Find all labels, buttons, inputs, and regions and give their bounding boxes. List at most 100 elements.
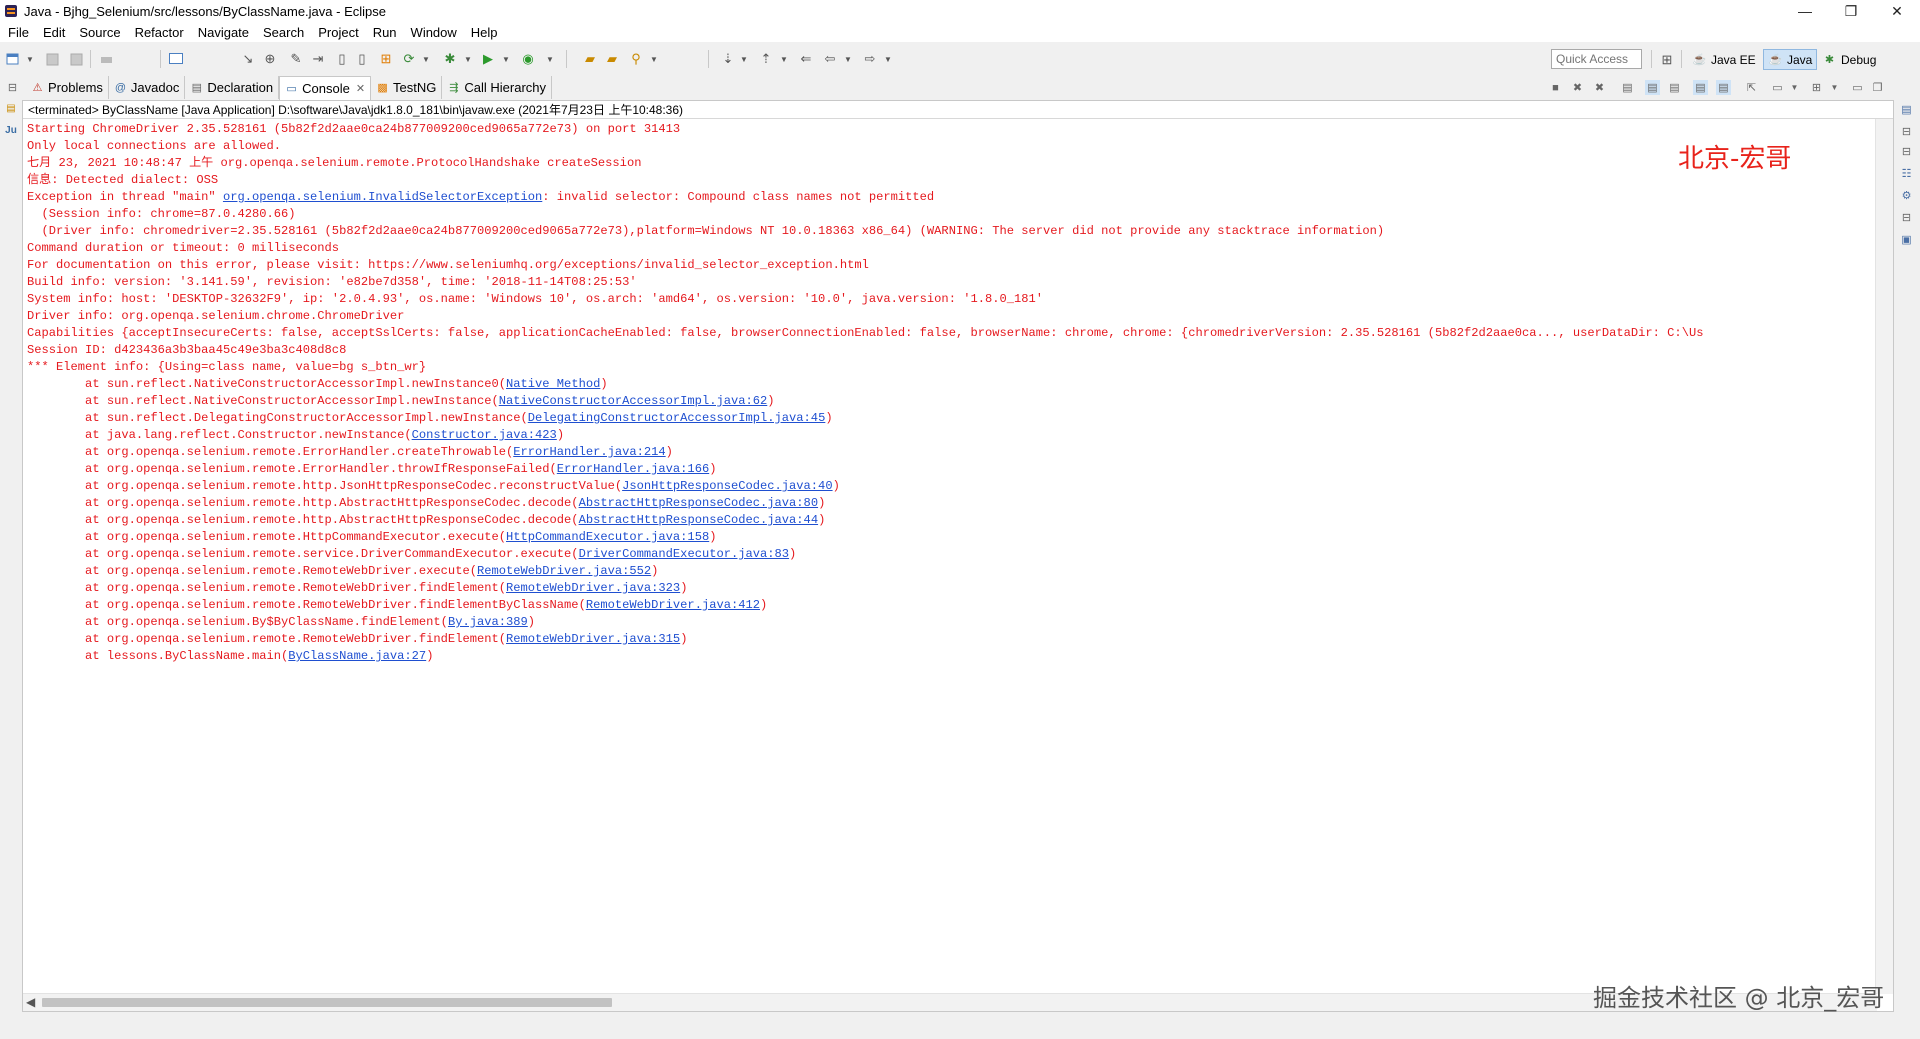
menu-edit[interactable]: Edit (35, 25, 71, 40)
scroll-lock-icon[interactable]: ▤ (1645, 80, 1660, 95)
menu-help[interactable]: Help (463, 25, 504, 40)
dropdown-arrow-icon[interactable]: ▼ (542, 51, 558, 67)
tab-testng[interactable]: ▩ TestNG (371, 76, 443, 99)
menu-search[interactable]: Search (255, 25, 310, 40)
stacktrace-link[interactable]: Native Method (506, 377, 600, 391)
tab-call-hierarchy[interactable]: ⇶ Call Hierarchy (442, 76, 553, 99)
dropdown-arrow-icon[interactable]: ▼ (1827, 80, 1842, 95)
junit-icon[interactable]: Ju (3, 122, 19, 138)
hierarchy-icon[interactable]: ⚙ (1899, 188, 1914, 203)
dropdown-arrow-icon[interactable]: ▼ (736, 51, 752, 67)
open-console-icon[interactable]: ⊞ (1809, 80, 1824, 95)
stacktrace-link[interactable]: DelegatingConstructorAccessorImpl.java:4… (528, 411, 826, 425)
edit-icon[interactable]: ✎ (288, 51, 304, 67)
stacktrace-link[interactable]: org.openqa.selenium.InvalidSelectorExcep… (223, 190, 542, 204)
show-stdout-icon[interactable]: ▤ (1693, 80, 1708, 95)
toggle-breakpoint-icon[interactable]: ⊕ (262, 51, 278, 67)
minimize-button[interactable]: — (1782, 0, 1828, 22)
stacktrace-link[interactable]: Constructor.java:423 (412, 428, 557, 442)
vertical-scrollbar[interactable] (1875, 119, 1893, 994)
tab-declaration[interactable]: ▤ Declaration (185, 76, 280, 99)
restore-icon[interactable]: ⊟ (1899, 144, 1914, 159)
perspective-java-ee[interactable]: ☕ Java EE (1688, 49, 1760, 70)
maximize-button[interactable]: ❐ (1828, 0, 1874, 22)
skip-breakpoints-icon[interactable]: ↘ (240, 51, 256, 67)
scrollbar-thumb[interactable] (42, 998, 612, 1007)
perspective-debug[interactable]: ✱ Debug (1818, 49, 1880, 70)
stacktrace-link[interactable]: RemoteWebDriver.java:552 (477, 564, 651, 578)
remove-all-icon[interactable]: ✖ (1592, 80, 1607, 95)
prev-annotation-icon[interactable]: ⇡ (758, 51, 774, 67)
stacktrace-link[interactable]: RemoteWebDriver.java:412 (586, 598, 760, 612)
stacktrace-link[interactable]: JsonHttpResponseCodec.java:40 (622, 479, 832, 493)
stacktrace-link[interactable]: NativeConstructorAccessorImpl.java:62 (499, 394, 768, 408)
dropdown-arrow-icon[interactable]: ▼ (880, 51, 896, 67)
stacktrace-link[interactable]: HttpCommandExecutor.java:158 (506, 530, 709, 544)
dropdown-arrow-icon[interactable]: ▼ (22, 51, 38, 67)
stacktrace-link[interactable]: ErrorHandler.java:166 (557, 462, 709, 476)
forward-icon[interactable]: ⇨ (862, 51, 878, 67)
scroll-left-icon[interactable]: ◀ (26, 994, 35, 1011)
run-icon[interactable]: ▶ (480, 51, 496, 67)
back-icon[interactable]: ⇦ (822, 51, 838, 67)
menu-file[interactable]: File (0, 25, 35, 40)
menu-project[interactable]: Project (310, 25, 364, 40)
stacktrace-link[interactable]: ErrorHandler.java:214 (513, 445, 665, 459)
close-button[interactable]: ✕ (1874, 0, 1920, 22)
tab-problems[interactable]: ⚠ Problems (26, 76, 109, 99)
perspective-java[interactable]: ☕ Java (1763, 49, 1818, 70)
remove-launch-icon[interactable]: ✖ (1570, 80, 1585, 95)
minimize-view-icon[interactable]: ▭ (1850, 80, 1865, 95)
menu-run[interactable]: Run (365, 25, 403, 40)
terminal-icon[interactable] (168, 51, 184, 67)
open-folder-icon[interactable]: ▰ (604, 51, 620, 67)
tab-javadoc[interactable]: @ Javadoc (109, 76, 186, 99)
close-tab-icon[interactable]: ✕ (356, 82, 365, 95)
dropdown-arrow-icon[interactable]: ▼ (840, 51, 856, 67)
search-tool-icon[interactable]: ⚲ (628, 51, 644, 67)
save-all-icon[interactable] (68, 51, 84, 67)
stacktrace-link[interactable]: RemoteWebDriver.java:323 (506, 581, 680, 595)
package-explorer-icon[interactable]: ▤ (3, 100, 19, 116)
dropdown-arrow-icon[interactable]: ▼ (646, 51, 662, 67)
instruction-step-icon[interactable]: ▯ (334, 51, 350, 67)
restore-icon[interactable]: ⊟ (1899, 210, 1914, 225)
stacktrace-link[interactable]: AbstractHttpResponseCodec.java:80 (579, 496, 819, 510)
print-icon[interactable] (98, 51, 114, 67)
debug-run-icon[interactable]: ✱ (442, 51, 458, 67)
menu-refactor[interactable]: Refactor (127, 25, 190, 40)
stacktrace-link[interactable]: ByClassName.java:27 (288, 649, 426, 663)
stacktrace-link[interactable]: AbstractHttpResponseCodec.java:44 (579, 513, 819, 527)
quick-access-input[interactable] (1551, 49, 1642, 69)
stacktrace-link[interactable]: By.java:389 (448, 615, 528, 629)
restore-icon[interactable]: ⊟ (5, 80, 20, 95)
show-stderr-icon[interactable]: ▤ (1716, 80, 1731, 95)
display-console-icon[interactable]: ▭ (1770, 80, 1785, 95)
testng-run-icon[interactable]: ⊞ (378, 51, 394, 67)
dropdown-arrow-icon[interactable]: ▼ (498, 51, 514, 67)
clear-console-icon[interactable]: ▤ (1620, 80, 1635, 95)
last-edit-icon[interactable]: ⇐ (798, 51, 814, 67)
outline-icon[interactable]: ☷ (1899, 166, 1914, 181)
dropdown-arrow-icon[interactable]: ▼ (776, 51, 792, 67)
word-wrap-icon[interactable]: ▤ (1667, 80, 1682, 95)
drop-frame-icon[interactable]: ▯ (354, 51, 370, 67)
stacktrace-link[interactable]: DriverCommandExecutor.java:83 (579, 547, 789, 561)
pin-console-icon[interactable]: ⇱ (1744, 80, 1759, 95)
restore-icon[interactable]: ⊟ (1899, 124, 1914, 139)
dropdown-arrow-icon[interactable]: ▼ (1787, 80, 1802, 95)
step-icon[interactable]: ⇥ (310, 51, 326, 67)
maximize-view-icon[interactable]: ❐ (1870, 80, 1885, 95)
task-list-icon[interactable]: ▤ (1899, 102, 1914, 117)
properties-icon[interactable]: ▣ (1899, 232, 1914, 247)
dropdown-arrow-icon[interactable]: ▼ (460, 51, 476, 67)
open-type-icon[interactable]: ▰ (582, 51, 598, 67)
save-icon[interactable] (44, 51, 60, 67)
console-output[interactable]: Starting ChromeDriver 2.35.528161 (5b82f… (27, 121, 1877, 991)
menu-navigate[interactable]: Navigate (190, 25, 255, 40)
coverage-icon[interactable]: ◉ (520, 51, 536, 67)
dropdown-arrow-icon[interactable]: ▼ (418, 51, 434, 67)
next-annotation-icon[interactable]: ⇣ (720, 51, 736, 67)
stacktrace-link[interactable]: RemoteWebDriver.java:315 (506, 632, 680, 646)
refresh-icon[interactable]: ⟳ (401, 51, 417, 67)
